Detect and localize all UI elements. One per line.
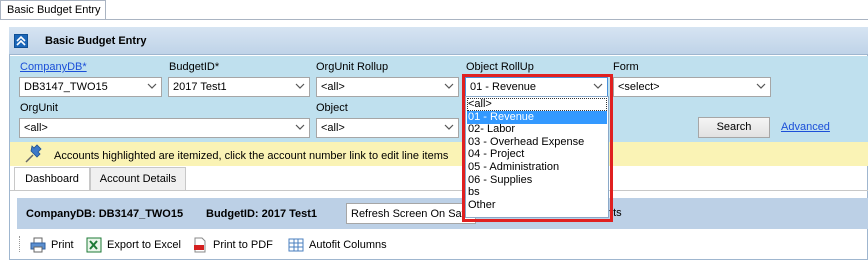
print-label: Print (51, 239, 74, 251)
chevron-down-icon (444, 122, 454, 132)
chevron-down-icon (147, 81, 157, 91)
chevron-down-icon (295, 81, 305, 91)
print-button[interactable]: Print (30, 236, 74, 254)
callout-highlight-box (462, 74, 613, 222)
budget-id-label: BudgetID* (169, 61, 220, 73)
refresh-screen-select[interactable]: Refresh Screen On Save (346, 203, 476, 224)
search-button[interactable]: Search (698, 117, 770, 138)
advanced-search-link[interactable]: Advanced (781, 121, 830, 133)
export-excel-label: Export to Excel (107, 239, 181, 251)
tab-dashboard-label: Dashboard (25, 173, 79, 185)
orgunit-rollup-label: OrgUnit Rollup (316, 61, 389, 73)
print-pdf-button[interactable]: Print to PDF (192, 236, 273, 254)
chevron-down-icon (756, 81, 766, 91)
tab-dashboard[interactable]: Dashboard (14, 167, 90, 191)
chevron-down-icon (444, 81, 454, 91)
tab-account-details-label: Account Details (99, 173, 177, 185)
company-db-select[interactable]: DB3147_TWO15 (19, 77, 162, 97)
autofit-columns-button[interactable]: Autofit Columns (288, 236, 387, 254)
object-rollup-label: Object RollUp (466, 61, 534, 73)
orgunit-label: OrgUnit (20, 102, 58, 114)
object-label: Object (316, 102, 348, 114)
orgunit-value: <all> (24, 122, 48, 134)
excel-icon (86, 237, 102, 253)
form-select[interactable]: <select> (613, 77, 771, 97)
print-pdf-label: Print to PDF (213, 239, 273, 251)
orgunit-select[interactable]: <all> (19, 118, 310, 138)
document-tab-label: Basic Budget Entry (7, 4, 101, 16)
pushpin-icon (22, 144, 46, 164)
columns-icon (288, 237, 304, 253)
pdf-icon (192, 237, 208, 253)
form-label: Form (613, 61, 639, 73)
refresh-screen-value: Refresh Screen On Save (351, 208, 474, 220)
object-select[interactable]: <all> (316, 118, 459, 138)
toolbar-grip (19, 236, 21, 252)
budget-id-select[interactable]: 2017 Test1 (168, 77, 310, 97)
company-db-info: CompanyDB: DB3147_TWO15 (26, 208, 184, 220)
document-tab[interactable]: Basic Budget Entry (0, 0, 106, 20)
printer-icon (30, 237, 46, 253)
company-db-value: DB3147_TWO15 (24, 81, 108, 93)
document-tab-divider (0, 19, 868, 20)
form-value: <select> (618, 81, 660, 93)
notice-text: Accounts highlighted are itemized, click… (54, 150, 449, 162)
object-value: <all> (321, 122, 345, 134)
orgunit-rollup-select[interactable]: <all> (316, 77, 459, 97)
collapse-panel-icon[interactable] (14, 34, 28, 48)
autofit-columns-label: Autofit Columns (309, 239, 387, 251)
chevron-down-icon (295, 122, 305, 132)
export-excel-button[interactable]: Export to Excel (86, 236, 181, 254)
budget-id-info: BudgetID: 2017 Test1 (206, 208, 318, 220)
panel-title: Basic Budget Entry (45, 35, 147, 47)
tab-account-details[interactable]: Account Details (90, 167, 186, 191)
orgunit-rollup-value: <all> (321, 81, 345, 93)
budget-id-value: 2017 Test1 (173, 81, 227, 93)
tabs-divider (10, 190, 868, 191)
company-db-label[interactable]: CompanyDB* (20, 61, 87, 73)
